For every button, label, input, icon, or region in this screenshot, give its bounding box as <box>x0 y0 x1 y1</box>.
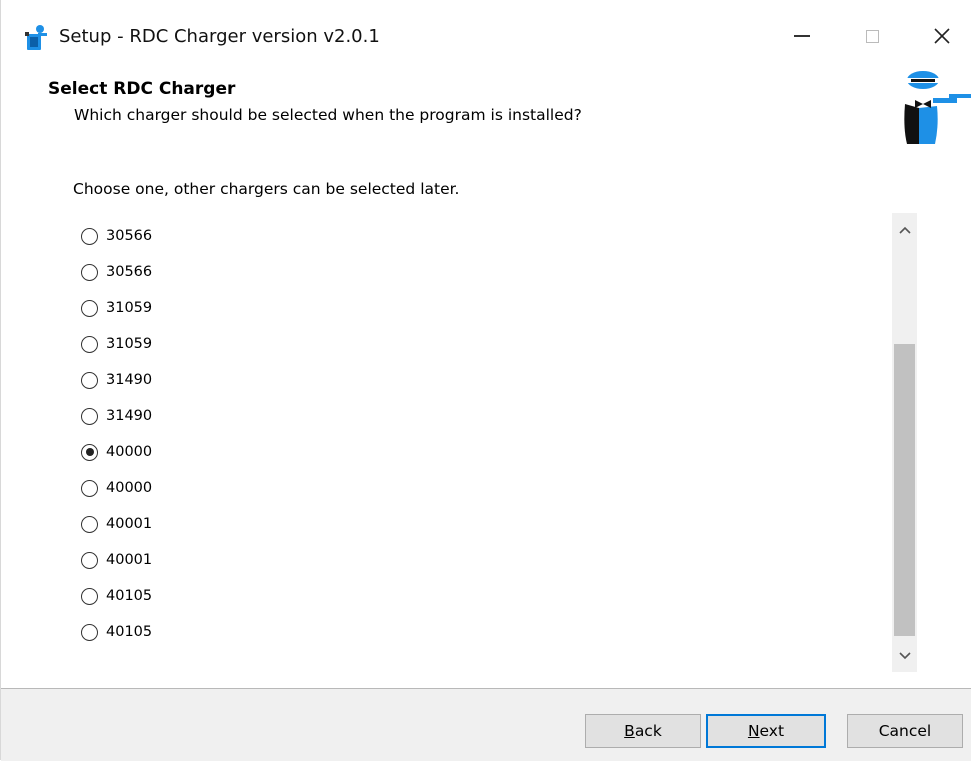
radio-dot <box>85 448 94 456</box>
cancel-button[interactable]: Cancel <box>847 714 963 748</box>
charger-option-label: 40105 <box>106 588 153 604</box>
charger-option[interactable]: 40105 <box>81 582 152 610</box>
maximize-icon <box>865 29 879 43</box>
radio-button[interactable] <box>81 515 98 533</box>
charger-option[interactable]: 40105 <box>81 618 152 646</box>
minimize-button[interactable] <box>771 14 833 58</box>
charger-option-label: 40001 <box>106 552 153 568</box>
close-icon <box>934 28 950 44</box>
scroll-up-button[interactable] <box>892 217 917 243</box>
radio-button[interactable] <box>81 335 98 353</box>
charger-option-label: 31059 <box>106 300 153 316</box>
radio-button[interactable] <box>81 551 98 569</box>
radio-button[interactable] <box>81 407 98 425</box>
charger-option-label: 40001 <box>106 516 153 532</box>
charger-option-label: 40000 <box>106 444 153 460</box>
charger-option[interactable]: 40001 <box>81 510 152 538</box>
page-title: Select RDC Charger <box>48 79 236 99</box>
window-title: Setup - RDC Charger version v2.0.1 <box>59 26 380 47</box>
maximize-button[interactable] <box>841 14 903 58</box>
page-subtitle: Which charger should be selected when th… <box>74 106 582 124</box>
charger-option-label: 31059 <box>106 336 153 352</box>
charger-option[interactable]: 31059 <box>81 294 152 322</box>
charger-option[interactable]: 31059 <box>81 330 152 358</box>
scroll-thumb[interactable] <box>894 344 915 636</box>
charger-list: 30566 30566 31059 31059 31490 31490 4000… <box>73 213 919 672</box>
radio-button[interactable] <box>81 371 98 389</box>
radio-button[interactable] <box>81 263 98 281</box>
charger-option-label: 40000 <box>106 480 153 496</box>
charger-option-label: 31490 <box>106 408 153 424</box>
charger-option[interactable]: 30566 <box>81 222 152 250</box>
setup-app-icon <box>25 25 47 50</box>
back-accel: B <box>624 722 635 740</box>
back-label: ack <box>634 722 662 740</box>
radio-button[interactable] <box>81 227 98 245</box>
back-button[interactable]: Back <box>585 714 701 748</box>
charger-option-selected[interactable]: 40000 <box>81 438 152 466</box>
charger-option-label: 30566 <box>106 264 153 280</box>
charger-option-label: 31490 <box>106 372 153 388</box>
charger-option[interactable]: 30566 <box>81 258 152 286</box>
chevron-down-icon <box>898 652 911 660</box>
next-label: ext <box>759 722 785 740</box>
button-bar: Back Next Cancel <box>1 688 971 761</box>
next-accel: N <box>747 722 760 740</box>
charger-option[interactable]: 40000 <box>81 474 152 502</box>
vertical-scrollbar[interactable] <box>892 213 917 672</box>
charger-option[interactable]: 31490 <box>81 366 152 394</box>
charger-option-label: 40105 <box>106 624 153 640</box>
radio-button[interactable] <box>81 623 98 641</box>
next-button[interactable]: Next <box>706 714 826 748</box>
minimize-icon <box>794 35 810 37</box>
title-bar[interactable]: Setup - RDC Charger version v2.0.1 <box>1 0 971 66</box>
charger-option-label: 30566 <box>106 228 153 244</box>
charger-option[interactable]: 31490 <box>81 402 152 430</box>
charger-option[interactable]: 40001 <box>81 546 152 574</box>
scroll-down-button[interactable] <box>892 643 917 669</box>
close-button[interactable] <box>911 14 971 58</box>
setup-window: Setup - RDC Charger version v2.0.1 Selec… <box>0 0 971 761</box>
instruction-text: Choose one, other chargers can be select… <box>73 180 460 198</box>
radio-button-selected[interactable] <box>81 443 98 461</box>
radio-button[interactable] <box>81 587 98 605</box>
radio-button[interactable] <box>81 479 98 497</box>
radio-button[interactable] <box>81 299 98 317</box>
waiter-logo-icon <box>904 71 971 144</box>
cancel-label: Cancel <box>878 722 932 740</box>
chevron-up-icon <box>898 226 911 234</box>
